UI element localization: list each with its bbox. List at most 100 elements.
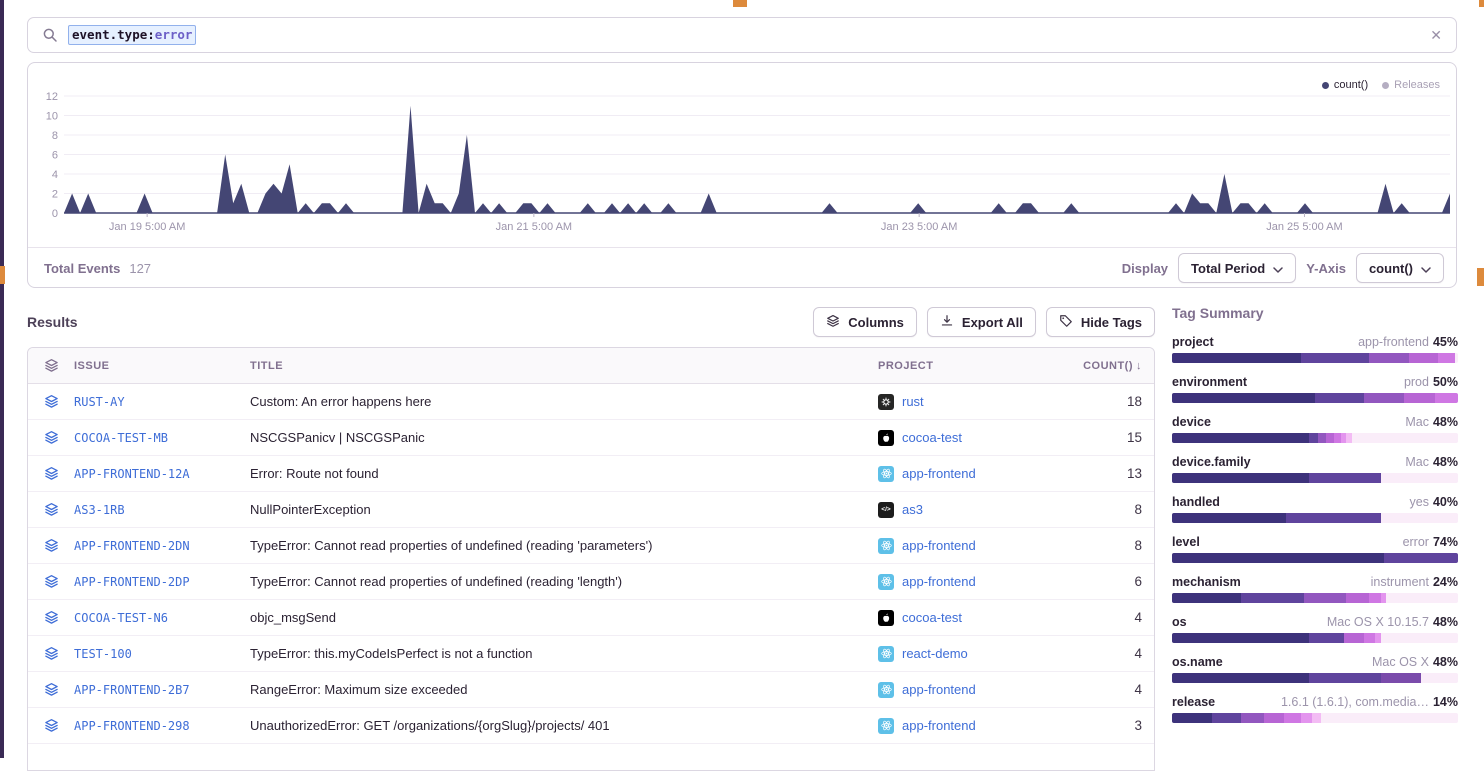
project-link[interactable]: app-frontend xyxy=(902,538,976,553)
legend-item-releases[interactable]: Releases xyxy=(1382,79,1440,91)
tag-bar-segment[interactable] xyxy=(1172,433,1309,443)
tag-bar-segment[interactable] xyxy=(1409,353,1438,363)
tag-distribution-bar[interactable] xyxy=(1172,513,1458,523)
tag-bar-segment[interactable] xyxy=(1369,353,1409,363)
project-link[interactable]: cocoa-test xyxy=(902,430,962,445)
tag-bar-segment[interactable] xyxy=(1315,393,1364,403)
column-header-title[interactable]: TITLE xyxy=(250,360,878,372)
tag-distribution-bar[interactable] xyxy=(1172,633,1458,643)
tag-bar-segment[interactable] xyxy=(1364,633,1375,643)
tag-bar-segment[interactable] xyxy=(1404,393,1435,403)
issue-link[interactable]: APP-FRONTEND-2B7 xyxy=(74,683,250,697)
project-link[interactable]: cocoa-test xyxy=(902,610,962,625)
yaxis-select[interactable]: count() xyxy=(1356,253,1444,283)
tag-bar-segment[interactable] xyxy=(1435,393,1458,403)
project-link[interactable]: react-demo xyxy=(902,646,968,661)
tag-bar-segment[interactable] xyxy=(1438,353,1455,363)
tag-distribution-bar[interactable] xyxy=(1172,473,1458,483)
issue-link[interactable]: APP-FRONTEND-2DN xyxy=(74,539,250,553)
search-bar[interactable]: event.type:error ✕ xyxy=(27,17,1457,53)
issue-link[interactable]: AS3-1RB xyxy=(74,503,250,517)
tag-bar-segment[interactable] xyxy=(1172,393,1315,403)
tag-distribution-bar[interactable] xyxy=(1172,553,1458,563)
tag-bar-segment[interactable] xyxy=(1309,673,1381,683)
tag-bar-segment[interactable] xyxy=(1172,473,1309,483)
events-area-chart[interactable]: 024681012Jan 19 5:00 AMJan 21 5:00 AMJan… xyxy=(28,69,1456,241)
react-platform-icon xyxy=(878,646,894,662)
tag-bar-segment[interactable] xyxy=(1241,713,1264,723)
legend-item-count[interactable]: count() xyxy=(1322,79,1368,91)
tag-value-label: Mac xyxy=(1405,415,1429,429)
tag-bar-segment[interactable] xyxy=(1309,633,1343,643)
project-link[interactable]: as3 xyxy=(902,502,923,517)
tag-bar-segment[interactable] xyxy=(1381,673,1421,683)
tag-bar-segment[interactable] xyxy=(1309,473,1381,483)
tag-name: mechanism xyxy=(1172,575,1241,589)
column-header-count[interactable]: COUNT()↓ xyxy=(1066,360,1142,372)
project-link[interactable]: app-frontend xyxy=(902,574,976,589)
issue-link[interactable]: RUST-AY xyxy=(74,395,250,409)
tag-bar-remainder[interactable] xyxy=(1381,473,1458,483)
tag-bar-segment[interactable] xyxy=(1264,713,1284,723)
hide-tags-button[interactable]: Hide Tags xyxy=(1046,307,1155,337)
tag-bar-remainder[interactable] xyxy=(1321,713,1458,723)
tag-bar-segment[interactable] xyxy=(1344,633,1364,643)
display-select[interactable]: Total Period xyxy=(1178,253,1296,283)
issue-link[interactable]: TEST-100 xyxy=(74,647,250,661)
tag-distribution-bar[interactable] xyxy=(1172,713,1458,723)
tag-bar-segment[interactable] xyxy=(1364,393,1404,403)
project-link[interactable]: rust xyxy=(902,394,924,409)
column-header-project[interactable]: PROJECT xyxy=(878,360,1066,372)
tag-bar-segment[interactable] xyxy=(1309,433,1318,443)
tag-bar-segment[interactable] xyxy=(1172,673,1309,683)
issue-link[interactable]: COCOA-TEST-N6 xyxy=(74,611,250,625)
tag-bar-segment[interactable] xyxy=(1384,553,1458,563)
tag-bar-segment[interactable] xyxy=(1326,433,1333,443)
tag-bar-remainder[interactable] xyxy=(1381,513,1458,523)
tag-bar-segment[interactable] xyxy=(1346,593,1369,603)
issue-stack-icon xyxy=(44,718,59,733)
tag-bar-remainder[interactable] xyxy=(1455,353,1458,363)
columns-button[interactable]: Columns xyxy=(813,307,917,337)
project-link[interactable]: app-frontend xyxy=(902,466,976,481)
export-all-button[interactable]: Export All xyxy=(927,307,1036,337)
column-header-issue[interactable]: ISSUE xyxy=(74,360,250,372)
issue-link[interactable]: APP-FRONTEND-12A xyxy=(74,467,250,481)
tag-bar-segment[interactable] xyxy=(1172,353,1301,363)
tag-bar-segment[interactable] xyxy=(1172,633,1309,643)
tag-bar-segment[interactable] xyxy=(1212,713,1241,723)
tag-bar-segment[interactable] xyxy=(1301,353,1370,363)
tag-bar-segment[interactable] xyxy=(1172,713,1212,723)
tag-bar-segment[interactable] xyxy=(1284,713,1301,723)
tag-bar-segment[interactable] xyxy=(1304,593,1347,603)
project-link[interactable]: app-frontend xyxy=(902,682,976,697)
issue-link[interactable]: COCOA-TEST-MB xyxy=(74,431,250,445)
tag-bar-segment[interactable] xyxy=(1172,553,1384,563)
tag-distribution-bar[interactable] xyxy=(1172,433,1458,443)
tag-bar-remainder[interactable] xyxy=(1381,633,1458,643)
tag-distribution-bar[interactable] xyxy=(1172,593,1458,603)
tag-bar-segment[interactable] xyxy=(1172,593,1241,603)
clear-search-icon[interactable]: ✕ xyxy=(1430,27,1442,44)
search-filter-token[interactable]: event.type:error xyxy=(68,25,196,45)
tag-bar-segment[interactable] xyxy=(1241,593,1304,603)
tag-bar-remainder[interactable] xyxy=(1421,673,1458,683)
tag-bar-segment[interactable] xyxy=(1369,593,1380,603)
tag-bar-segment[interactable] xyxy=(1334,433,1341,443)
tag-bar-segment[interactable] xyxy=(1312,713,1321,723)
tag-bar-remainder[interactable] xyxy=(1352,433,1458,443)
issue-link[interactable]: APP-FRONTEND-2DP xyxy=(74,575,250,589)
tag-bar-remainder[interactable] xyxy=(1386,593,1458,603)
svg-text:Jan 21 5:00 AM: Jan 21 5:00 AM xyxy=(496,221,572,233)
tag-distribution-bar[interactable] xyxy=(1172,393,1458,403)
project-link[interactable]: app-frontend xyxy=(902,718,976,733)
issue-link[interactable]: APP-FRONTEND-298 xyxy=(74,719,250,733)
tag-bar-segment[interactable] xyxy=(1301,713,1312,723)
tag-bar-segment[interactable] xyxy=(1286,513,1380,523)
tag-top-value: Mac48% xyxy=(1405,415,1458,429)
tag-name: os.name xyxy=(1172,655,1223,669)
tag-bar-segment[interactable] xyxy=(1318,433,1327,443)
tag-distribution-bar[interactable] xyxy=(1172,673,1458,683)
tag-distribution-bar[interactable] xyxy=(1172,353,1458,363)
tag-bar-segment[interactable] xyxy=(1172,513,1286,523)
